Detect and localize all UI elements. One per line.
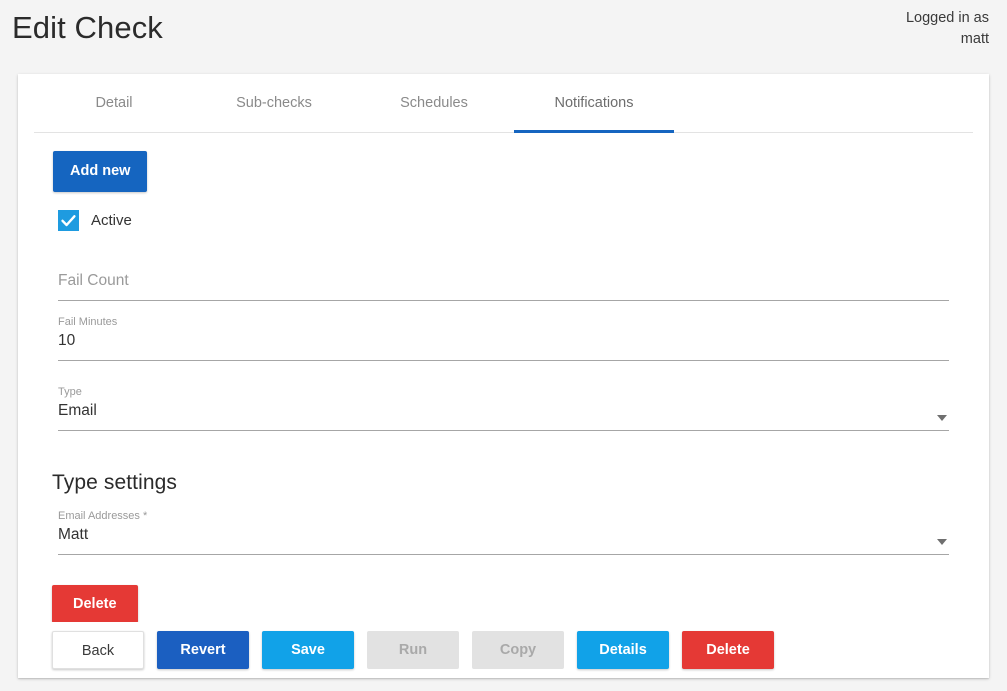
revert-button[interactable]: Revert — [157, 631, 249, 669]
page-header: Edit Check Logged in as matt — [0, 0, 1007, 74]
tab-notifications[interactable]: Notifications — [514, 74, 674, 133]
tab-bar: Detail Sub-checks Schedules Notification… — [34, 74, 973, 133]
login-status: Logged in as matt — [869, 8, 989, 50]
page-title: Edit Check — [12, 10, 163, 45]
tab-notifications-label: Notifications — [554, 95, 634, 111]
fail-minutes-value: 10 — [58, 332, 76, 349]
fail-count-field[interactable]: Fail Count — [58, 255, 949, 301]
email-addresses-value: Matt — [58, 526, 89, 543]
email-addresses-select[interactable]: Email Addresses * Matt — [58, 509, 949, 555]
edit-check-card: Detail Sub-checks Schedules Notification… — [18, 74, 989, 678]
details-button[interactable]: Details — [577, 631, 669, 669]
notifications-panel: Add new Active Fail Count Fail Minutes 1… — [18, 133, 989, 623]
active-checkbox[interactable] — [58, 210, 79, 231]
chevron-down-icon[interactable] — [937, 539, 947, 545]
type-select[interactable]: Type Email — [58, 385, 949, 431]
tab-schedules[interactable]: Schedules — [354, 74, 514, 132]
active-checkbox-label: Active — [91, 212, 132, 229]
back-button[interactable]: Back — [52, 631, 144, 669]
tab-sub-checks[interactable]: Sub-checks — [194, 74, 354, 132]
tab-detail[interactable]: Detail — [34, 74, 194, 132]
active-checkbox-row: Active — [58, 210, 955, 231]
login-status-line1: Logged in as — [905, 10, 989, 26]
add-new-button[interactable]: Add new — [53, 151, 148, 192]
delete-notification-button[interactable]: Delete — [52, 585, 138, 623]
tab-detail-label: Detail — [95, 95, 133, 111]
type-value: Email — [58, 402, 97, 419]
type-label: Type — [58, 386, 82, 398]
tab-schedules-label: Schedules — [400, 95, 468, 111]
type-settings-heading: Type settings — [52, 471, 178, 494]
tab-sub-checks-label: Sub-checks — [236, 95, 312, 111]
chevron-down-icon[interactable] — [937, 415, 947, 421]
save-button[interactable]: Save — [262, 631, 354, 669]
fail-minutes-label: Fail Minutes — [58, 316, 118, 328]
fail-count-placeholder: Fail Count — [58, 272, 129, 289]
form-action-bar: Back Revert Save Run Copy Details Delete — [18, 622, 989, 678]
copy-button: Copy — [472, 631, 564, 669]
email-addresses-label: Email Addresses * — [58, 510, 148, 522]
run-button: Run — [367, 631, 459, 669]
fail-minutes-field[interactable]: Fail Minutes 10 — [58, 315, 949, 361]
delete-check-button[interactable]: Delete — [682, 631, 774, 669]
login-status-line2: matt — [960, 31, 989, 47]
